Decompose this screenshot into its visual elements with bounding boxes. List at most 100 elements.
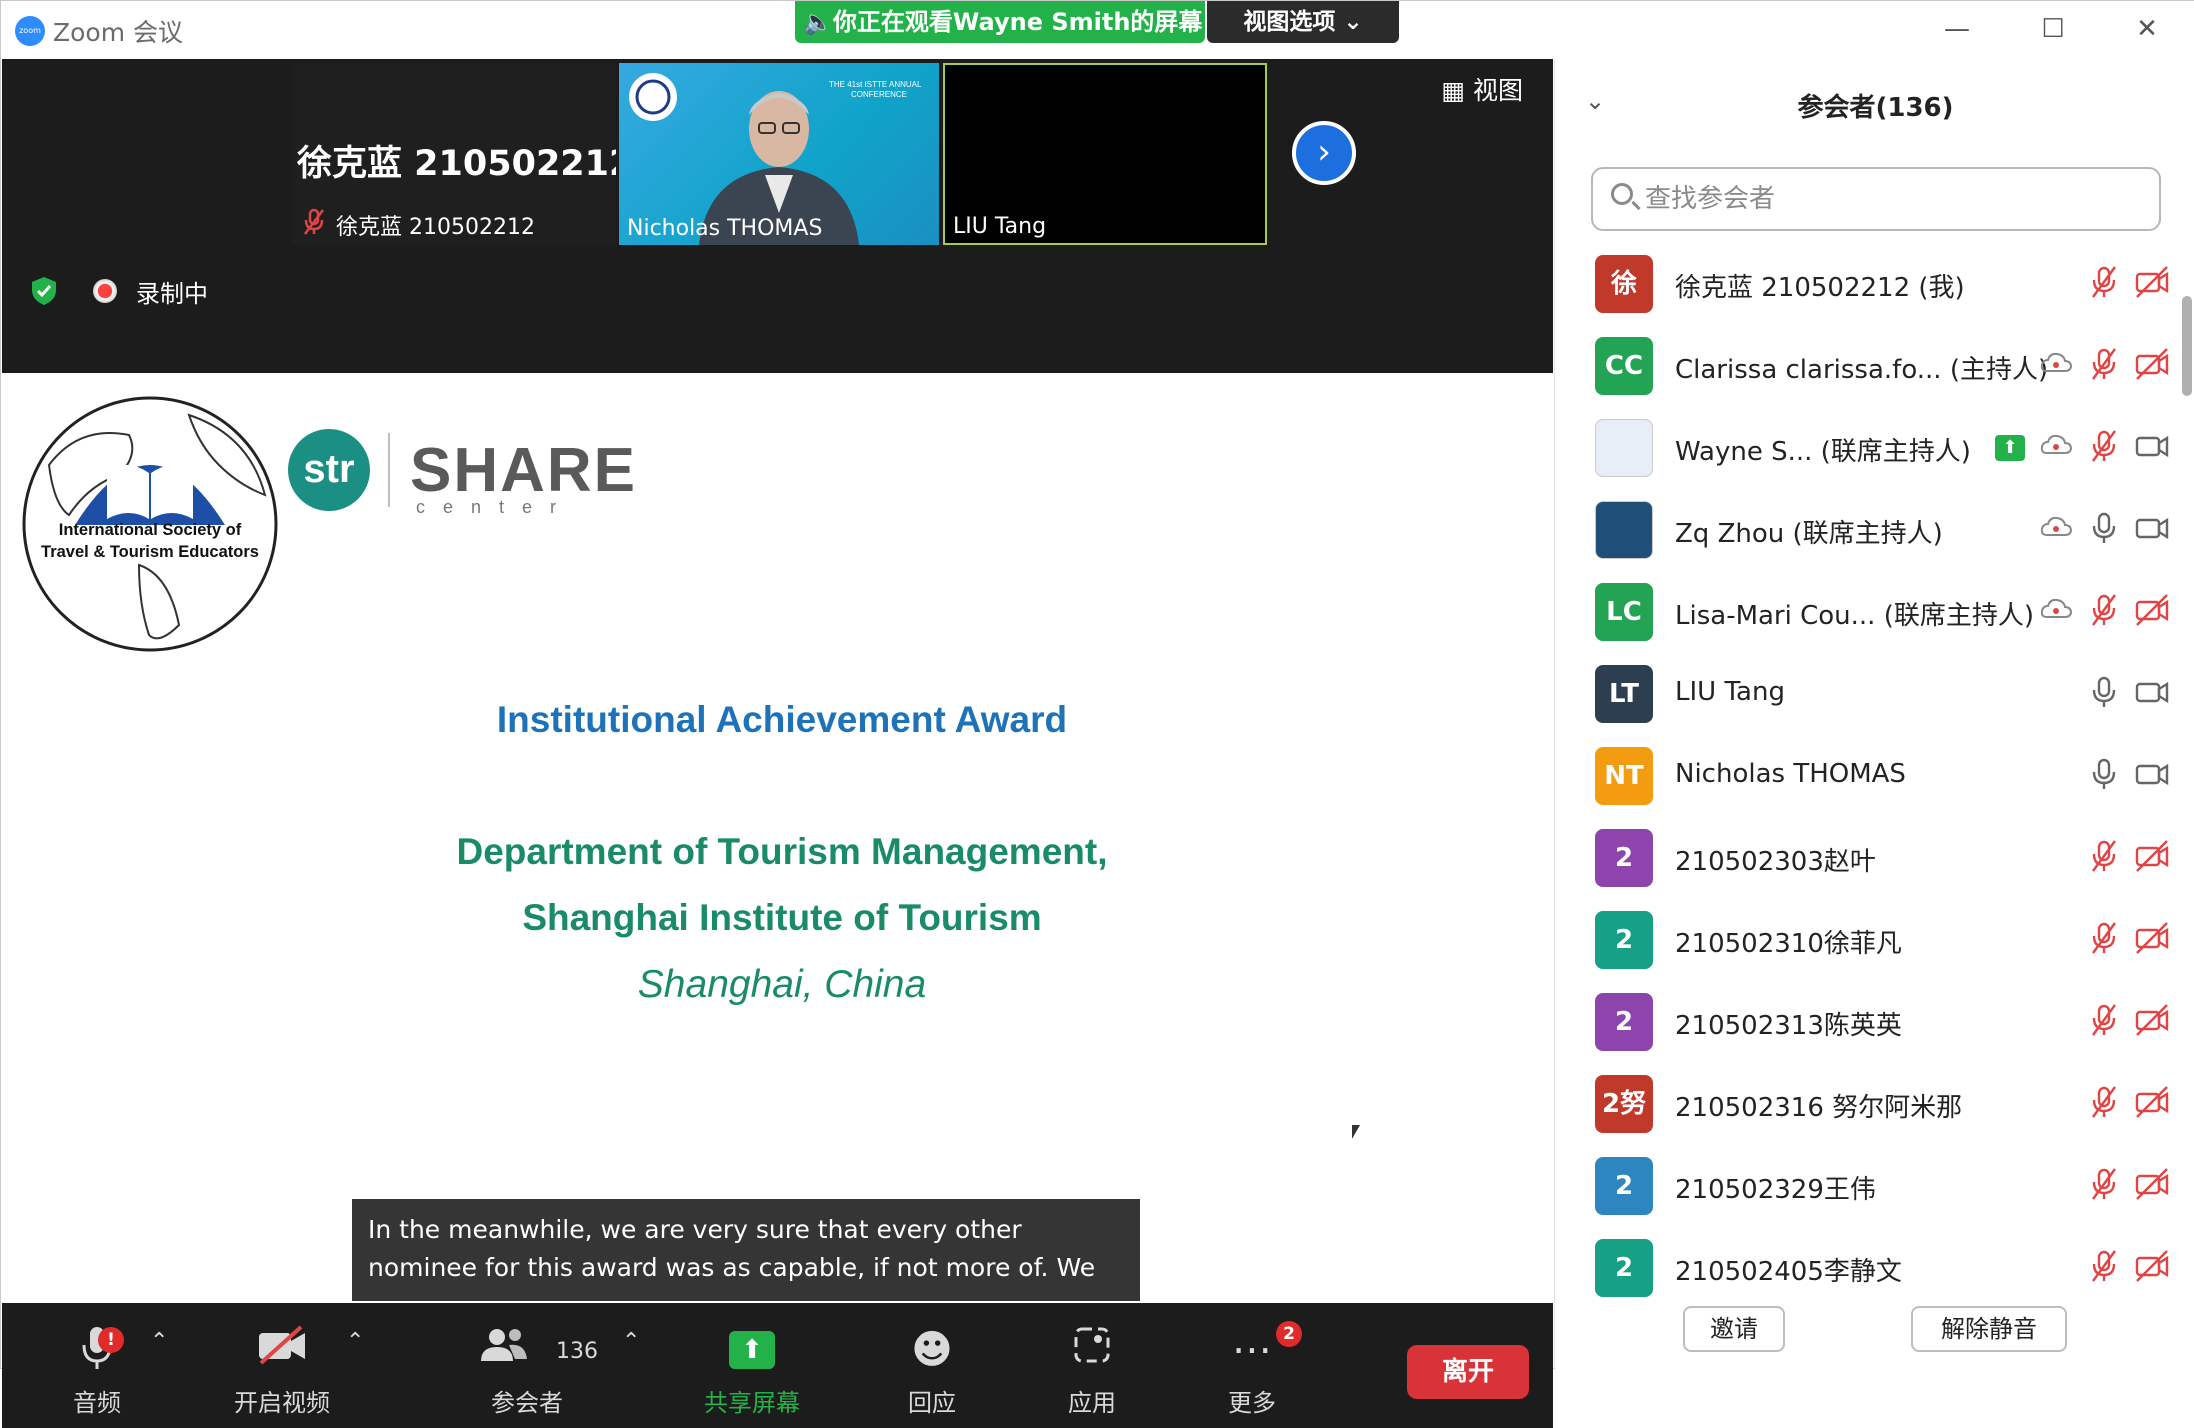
video-tile-nicholas[interactable]: THE 41st ISTTE ANNUAL CONFERENCE Nichola…	[619, 63, 939, 245]
cloud-recording-icon	[2039, 347, 2073, 385]
mic-muted-icon	[2087, 1167, 2121, 1205]
start-video-label: 开启视频	[234, 1389, 330, 1417]
participant-status-icons	[2087, 757, 2169, 795]
participant-status-icons	[2087, 265, 2169, 303]
video-off-icon	[2135, 593, 2169, 631]
reactions-button[interactable]: ☻ 回应	[882, 1303, 982, 1428]
participant-row[interactable]: 2努 210502316 努尔阿米那	[1555, 1063, 2181, 1145]
close-button[interactable]: ✕	[2117, 9, 2177, 49]
avatar: 2	[1595, 1157, 1653, 1215]
participant-name: Lisa-Mari Cou... (联席主持人)	[1675, 601, 2034, 631]
search-icon	[1611, 183, 1633, 205]
more-button[interactable]: ⋯ 2 更多	[1202, 1303, 1302, 1428]
microphone-icon	[42, 1325, 152, 1375]
video-strip: 徐克蓝 210502212 徐克蓝 210502212 THE 41st IST…	[2, 59, 1553, 373]
viewing-screen-banner[interactable]: 🔈你正在观看Wayne Smith的屏幕	[795, 1, 1205, 43]
video-off-icon	[2135, 921, 2169, 959]
audio-options-caret-icon[interactable]: ⌃	[150, 1329, 168, 1354]
view-options-button[interactable]: 视图选项 ⌄	[1207, 1, 1399, 43]
participant-row[interactable]: 2 210502303赵叶	[1555, 817, 2181, 899]
recording-label: 录制中	[136, 280, 208, 308]
award-title: Institutional Achievement Award	[496, 699, 1068, 740]
participant-row[interactable]: 2 210502405李静文	[1555, 1227, 2181, 1309]
mic-muted-icon	[2087, 1249, 2121, 1287]
invite-button[interactable]: 邀请	[1683, 1306, 1785, 1352]
maximize-button[interactable]: ☐	[2023, 9, 2083, 49]
apps-button[interactable]: 应用	[1042, 1303, 1142, 1428]
participant-row[interactable]: 2 210502310徐菲凡	[1555, 899, 2181, 981]
video-off-icon	[2135, 1003, 2169, 1041]
more-label: 更多	[1228, 1389, 1276, 1417]
participant-row[interactable]: Zq Zhou (联席主持人)	[1555, 489, 2181, 571]
cloud-recording-icon	[2039, 593, 2073, 631]
mic-muted-icon	[2087, 1085, 2121, 1123]
video-tile-self[interactable]: 徐克蓝 210502212 徐克蓝 210502212	[292, 63, 616, 245]
participant-search-input[interactable]	[1645, 177, 2145, 221]
participant-name: 210502405李静文	[1675, 1257, 1902, 1287]
view-button[interactable]: ▦ 视图	[1441, 71, 1523, 107]
participants-panel-title: 参会者(136)	[1797, 93, 1954, 123]
next-page-arrow-icon[interactable]: ›	[1292, 121, 1356, 185]
share-screen-icon: ⬆	[729, 1331, 775, 1369]
avatar: 2	[1595, 829, 1653, 887]
mic-muted-icon	[2087, 347, 2121, 385]
unmute-all-button[interactable]: 解除静音	[1911, 1306, 2067, 1352]
participant-status-icons	[2087, 1085, 2169, 1123]
participant-search-box[interactable]	[1591, 167, 2161, 231]
participant-row[interactable]: LC Lisa-Mari Cou... (联席主持人)	[1555, 571, 2181, 653]
participant-row[interactable]: Wayne S... (联席主持人) ⬆	[1555, 407, 2181, 489]
participants-panel-footer: 邀请 解除静音	[1555, 1306, 2194, 1370]
video-off-icon	[2135, 839, 2169, 877]
recording-icon[interactable]	[93, 279, 117, 303]
video-tile-liu[interactable]: LIU Tang	[943, 63, 1267, 245]
participant-status-icons	[2087, 675, 2169, 713]
mic-muted-icon	[302, 208, 326, 242]
minimize-button[interactable]: —	[1927, 9, 1987, 49]
participant-row[interactable]: 2 210502329王伟	[1555, 1145, 2181, 1227]
participant-row[interactable]: 徐徐克蓝 210502212 (我)	[1555, 243, 2181, 325]
mic-muted-icon	[2087, 1003, 2121, 1041]
security-shield-icon[interactable]	[30, 276, 58, 306]
microphone-icon	[2087, 675, 2121, 713]
avatar: LC	[1595, 583, 1653, 641]
avatar: 徐	[1595, 255, 1653, 313]
video-camera-icon	[2135, 429, 2169, 467]
participant-name: 徐克蓝 210502212 (我)	[1675, 273, 1965, 303]
avatar	[1595, 501, 1653, 559]
audio-warning-badge: !	[98, 1327, 124, 1353]
tile-name-nicholas: Nicholas THOMAS	[627, 216, 823, 241]
participants-icon	[472, 1325, 536, 1375]
window-title: Zoom 会议	[53, 18, 184, 47]
avatar: 2	[1595, 1239, 1653, 1297]
participant-name: LIU Tang	[1675, 677, 1785, 707]
shared-screen: International Society of Travel & Touris…	[2, 373, 1553, 1303]
share-screen-button[interactable]: ⬆ 共享屏幕	[692, 1303, 812, 1428]
org-name-line2: Travel & Tourism Educators	[41, 543, 259, 561]
participant-status-icons	[2039, 347, 2169, 385]
meeting-area: 徐克蓝 210502212 徐克蓝 210502212 THE 41st IST…	[2, 59, 1553, 1428]
avatar: LT	[1595, 665, 1653, 723]
grid-icon: ▦	[1441, 76, 1466, 105]
participant-row[interactable]: LT LIU Tang	[1555, 653, 2181, 735]
apps-icon	[1042, 1325, 1142, 1375]
mic-muted-icon	[2087, 921, 2121, 959]
avatar: CC	[1595, 337, 1653, 395]
leave-meeting-button[interactable]: 离开	[1407, 1345, 1529, 1399]
avatar: 2	[1595, 911, 1653, 969]
video-options-caret-icon[interactable]: ⌃	[346, 1329, 364, 1354]
start-video-button[interactable]: 开启视频	[222, 1303, 342, 1428]
tile-name-self: 徐克蓝 210502212	[336, 215, 535, 240]
audio-button[interactable]: ! 音频	[42, 1303, 152, 1428]
participants-button[interactable]: 136 参会者	[472, 1303, 598, 1428]
scrollbar-thumb[interactable]	[2182, 296, 2192, 396]
participant-status-icons: ⬆	[1995, 429, 2169, 467]
video-off-icon	[2135, 1167, 2169, 1205]
participants-caret-icon[interactable]: ⌃	[622, 1329, 640, 1354]
participants-scrollbar[interactable]	[2181, 234, 2193, 1322]
view-options-label: 视图选项	[1243, 9, 1336, 35]
title-bar: zoom Zoom 会议 🔈你正在观看Wayne Smith的屏幕 视图选项 ⌄…	[1, 1, 2194, 59]
participant-row[interactable]: NT Nicholas THOMAS	[1555, 735, 2181, 817]
avatar: NT	[1595, 747, 1653, 805]
participant-row[interactable]: CC Clarissa clarissa.fo... (主持人)	[1555, 325, 2181, 407]
participant-row[interactable]: 2 210502313陈英英	[1555, 981, 2181, 1063]
